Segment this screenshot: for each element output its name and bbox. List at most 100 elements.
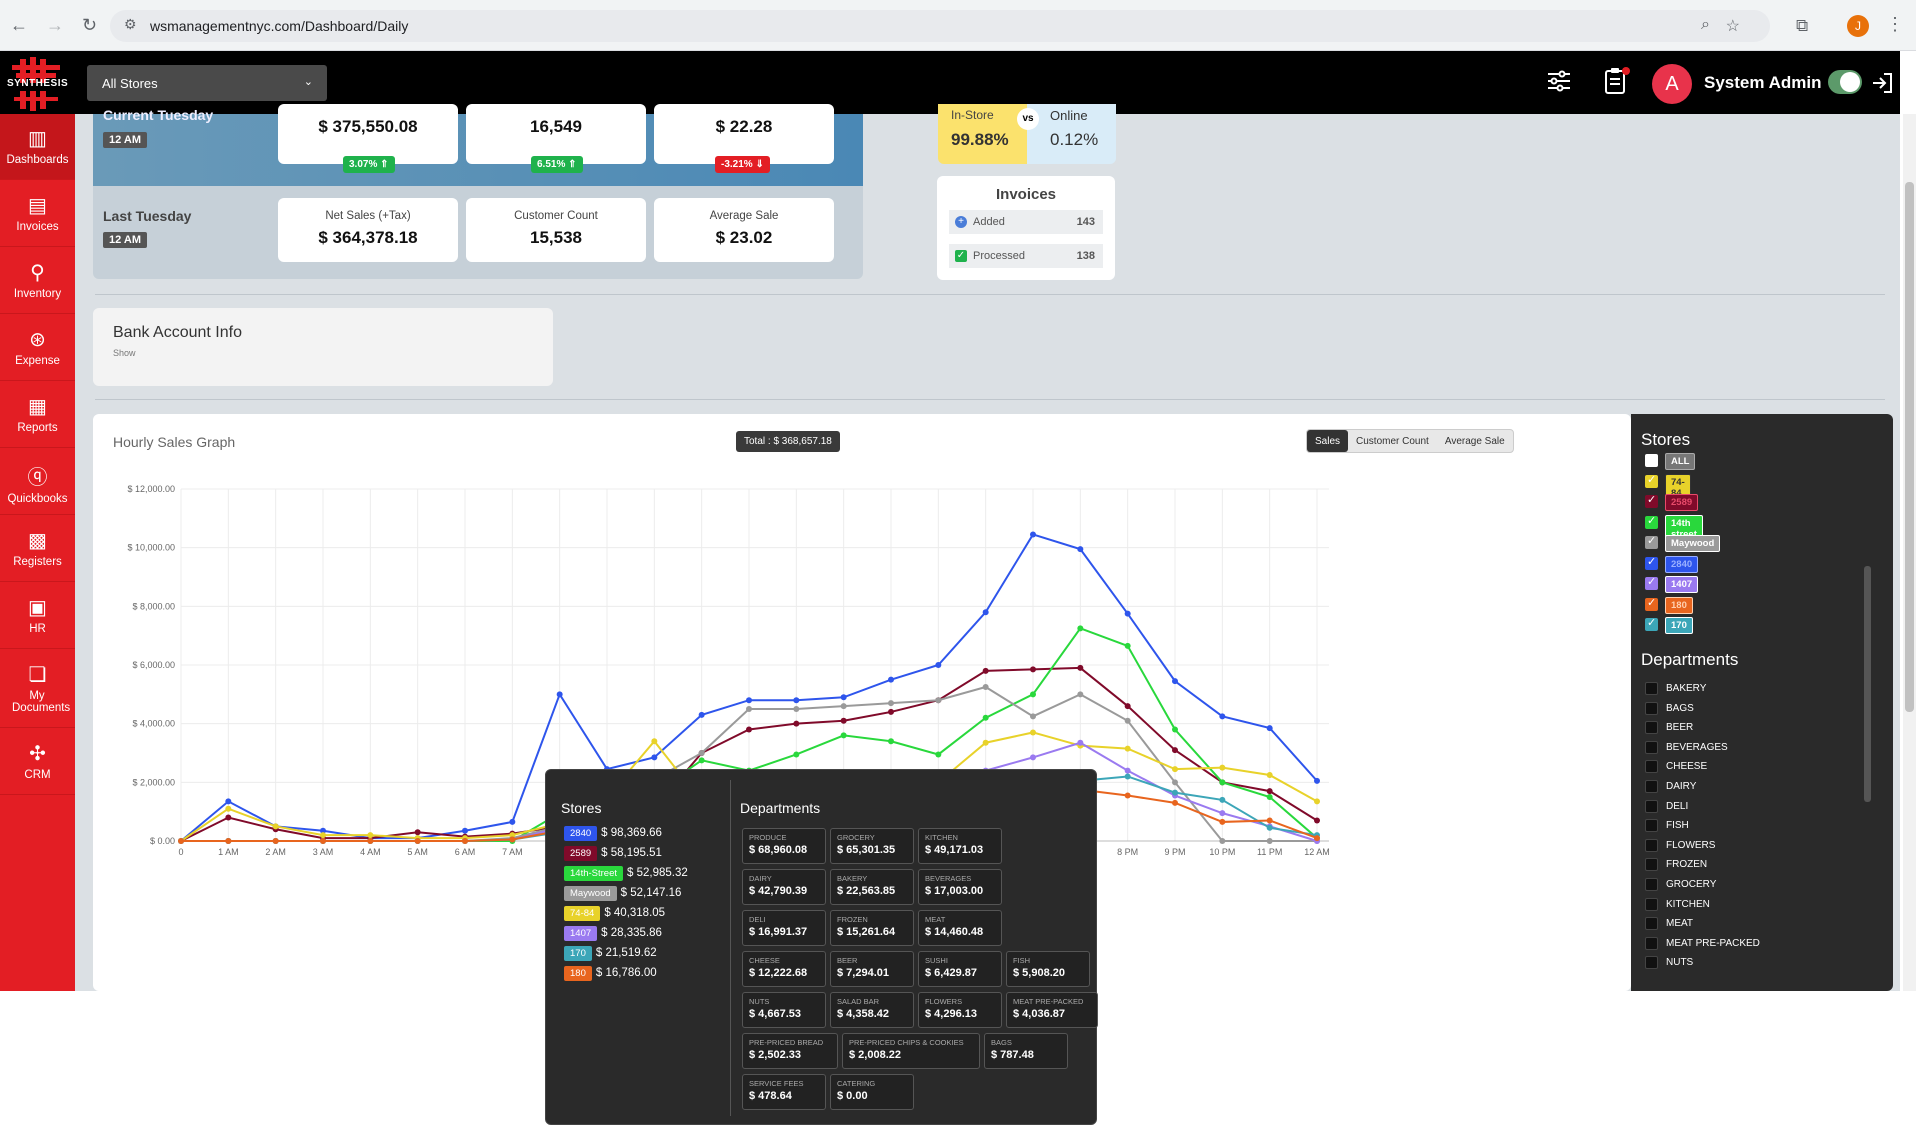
reload-icon[interactable]: ↻ — [82, 13, 97, 37]
checkbox[interactable] — [1645, 819, 1658, 833]
avatar[interactable]: A — [1652, 64, 1692, 104]
checkbox[interactable] — [1645, 493, 1658, 508]
checkbox[interactable] — [1645, 838, 1658, 852]
url-text[interactable]: wsmanagementnyc.com/Dashboard/Daily — [150, 18, 408, 34]
checkbox[interactable] — [1645, 936, 1658, 950]
department-total: FLOWERS $ 4,296.13 — [918, 992, 1002, 1028]
department-total: MEAT $ 14,460.48 — [918, 910, 1002, 946]
invoices-added-row[interactable]: + Added 143 — [949, 210, 1103, 234]
checkbox[interactable] — [1645, 682, 1658, 695]
sidebar-item-dashboards[interactable]: ▥ Dashboards — [0, 114, 75, 180]
sidebar-item-my-documents[interactable]: ❏ My Documents — [0, 650, 75, 728]
department-total: GROCERY $ 65,301.35 — [830, 828, 914, 864]
department-total: DELI $ 16,991.37 — [742, 910, 826, 946]
bookmark-star-icon[interactable]: ☆ — [1726, 16, 1740, 36]
department-filter-item[interactable]: BAKERY — [1645, 682, 1706, 695]
department-filter-item[interactable]: FISH — [1645, 819, 1689, 833]
department-total: MEAT PRE-PACKED $ 4,036.87 — [1006, 992, 1098, 1028]
extensions-icon[interactable]: ⧉ — [1796, 16, 1808, 36]
checkbox[interactable] — [1645, 616, 1658, 631]
department-name: FISH — [1013, 956, 1031, 965]
checkbox[interactable] — [1645, 473, 1658, 488]
sidebar-item-invoices[interactable]: ▤ Invoices — [0, 181, 75, 247]
department-filter-item[interactable]: DELI — [1645, 799, 1688, 813]
department-filter-item[interactable]: FLOWERS — [1645, 838, 1715, 852]
checkbox[interactable] — [1645, 701, 1658, 715]
profile-avatar[interactable]: J — [1847, 15, 1869, 37]
user-name[interactable]: System Admin — [1704, 73, 1821, 93]
checkbox[interactable] — [1645, 596, 1658, 611]
department-filter-item[interactable]: MEAT — [1645, 917, 1693, 931]
comparison-panel: Current Tuesday 12 AM $ 375,550.08 3.07%… — [93, 104, 863, 279]
departments-scrollbar[interactable] — [1864, 566, 1871, 802]
page-scroll-thumb[interactable] — [1905, 182, 1914, 712]
zoom-icon[interactable]: ⌕ — [1701, 16, 1710, 34]
checkbox[interactable] — [1645, 780, 1658, 793]
hr-icon: ▣ — [28, 597, 47, 619]
address-bar[interactable]: ⚙ wsmanagementnyc.com/Dashboard/Daily ⌕ … — [110, 10, 1770, 42]
checkbox[interactable] — [1645, 514, 1658, 529]
site-settings-icon[interactable]: ⚙ — [124, 16, 137, 33]
checkbox[interactable] — [1645, 858, 1658, 872]
checkbox[interactable] — [1645, 721, 1658, 735]
department-filter-item[interactable]: FROZEN — [1645, 858, 1708, 872]
status-toggle[interactable] — [1828, 70, 1862, 94]
checkbox[interactable] — [1645, 575, 1658, 590]
department-total: BEVERAGES $ 17,003.00 — [918, 869, 1002, 905]
quickbooks-icon: ⓠ — [27, 467, 48, 489]
data-point — [1077, 691, 1084, 698]
store-chip: 74-84 — [564, 906, 601, 921]
bank-show-link[interactable]: Show — [113, 348, 136, 358]
sidebar-item-crm[interactable]: ✣ CRM — [0, 729, 75, 795]
department-total: BAGS $ 787.48 — [984, 1033, 1068, 1069]
data-point — [935, 697, 942, 704]
store-select[interactable]: All Stores ⌄ — [87, 65, 327, 101]
page-scrollbar[interactable] — [1903, 114, 1916, 991]
invoices-card: Invoices + Added 143 ✓ Processed 138 — [937, 176, 1115, 280]
department-filter-item[interactable]: MEAT PRE-PACKED — [1645, 936, 1760, 950]
department-filter-item[interactable]: BEER — [1645, 721, 1694, 735]
logout-icon[interactable] — [1870, 71, 1894, 95]
department-filter-item[interactable]: NUTS — [1645, 956, 1693, 970]
data-point — [1124, 610, 1131, 617]
department-label: FROZEN — [1666, 859, 1708, 871]
sidebar-item-quickbooks[interactable]: ⓠ Quickbooks — [0, 449, 75, 515]
checkbox[interactable] — [1645, 878, 1658, 891]
checkbox[interactable] — [1645, 956, 1658, 970]
invoices-processed-row[interactable]: ✓ Processed 138 — [949, 244, 1103, 268]
checkbox[interactable] — [1645, 897, 1658, 911]
checkbox[interactable] — [1645, 740, 1658, 754]
current-period-label: Current Tuesday — [103, 107, 214, 123]
sidebar-item-hr[interactable]: ▣ HR — [0, 583, 75, 649]
checkbox[interactable] — [1645, 555, 1658, 570]
store-chip: Maywood — [1665, 535, 1721, 552]
sidebar-item-expense[interactable]: ⊛ Expense — [0, 315, 75, 381]
checkbox[interactable] — [1645, 917, 1658, 931]
department-filter-item[interactable]: KITCHEN — [1645, 897, 1710, 911]
notifications-clipboard-icon[interactable] — [1603, 66, 1631, 96]
department-filter-item[interactable]: CHEESE — [1645, 760, 1707, 774]
checkbox[interactable] — [1645, 799, 1658, 813]
checkbox[interactable] — [1645, 452, 1658, 467]
back-icon[interactable]: ← — [10, 13, 28, 37]
department-total: NUTS $ 4,667.53 — [742, 992, 826, 1028]
department-filter-item[interactable]: BEVERAGES — [1645, 740, 1728, 754]
data-point — [840, 694, 847, 701]
browser-menu-icon[interactable]: ⋮ — [1886, 14, 1904, 35]
department-filter-item[interactable]: GROCERY — [1645, 878, 1716, 891]
forward-icon[interactable]: → — [46, 13, 64, 37]
sidebar-item-inventory[interactable]: ⚲ Inventory — [0, 248, 75, 314]
data-point — [793, 720, 800, 727]
data-point — [698, 750, 705, 756]
filter-sliders-icon[interactable] — [1546, 68, 1572, 94]
checkbox[interactable] — [1645, 760, 1658, 774]
sidebar-item-registers[interactable]: ▩ Registers — [0, 516, 75, 582]
last-average-sale: $ 23.02 — [715, 228, 773, 247]
checkbox[interactable] — [1645, 534, 1658, 549]
department-filter-item[interactable]: DAIRY — [1645, 780, 1696, 793]
sidebar-item-reports[interactable]: ▦ Reports — [0, 382, 75, 448]
department-filter-item[interactable]: BAGS — [1645, 701, 1694, 715]
department-label: BEER — [1666, 722, 1694, 734]
department-name: BAGS — [991, 1038, 1012, 1047]
divider — [95, 399, 1885, 400]
